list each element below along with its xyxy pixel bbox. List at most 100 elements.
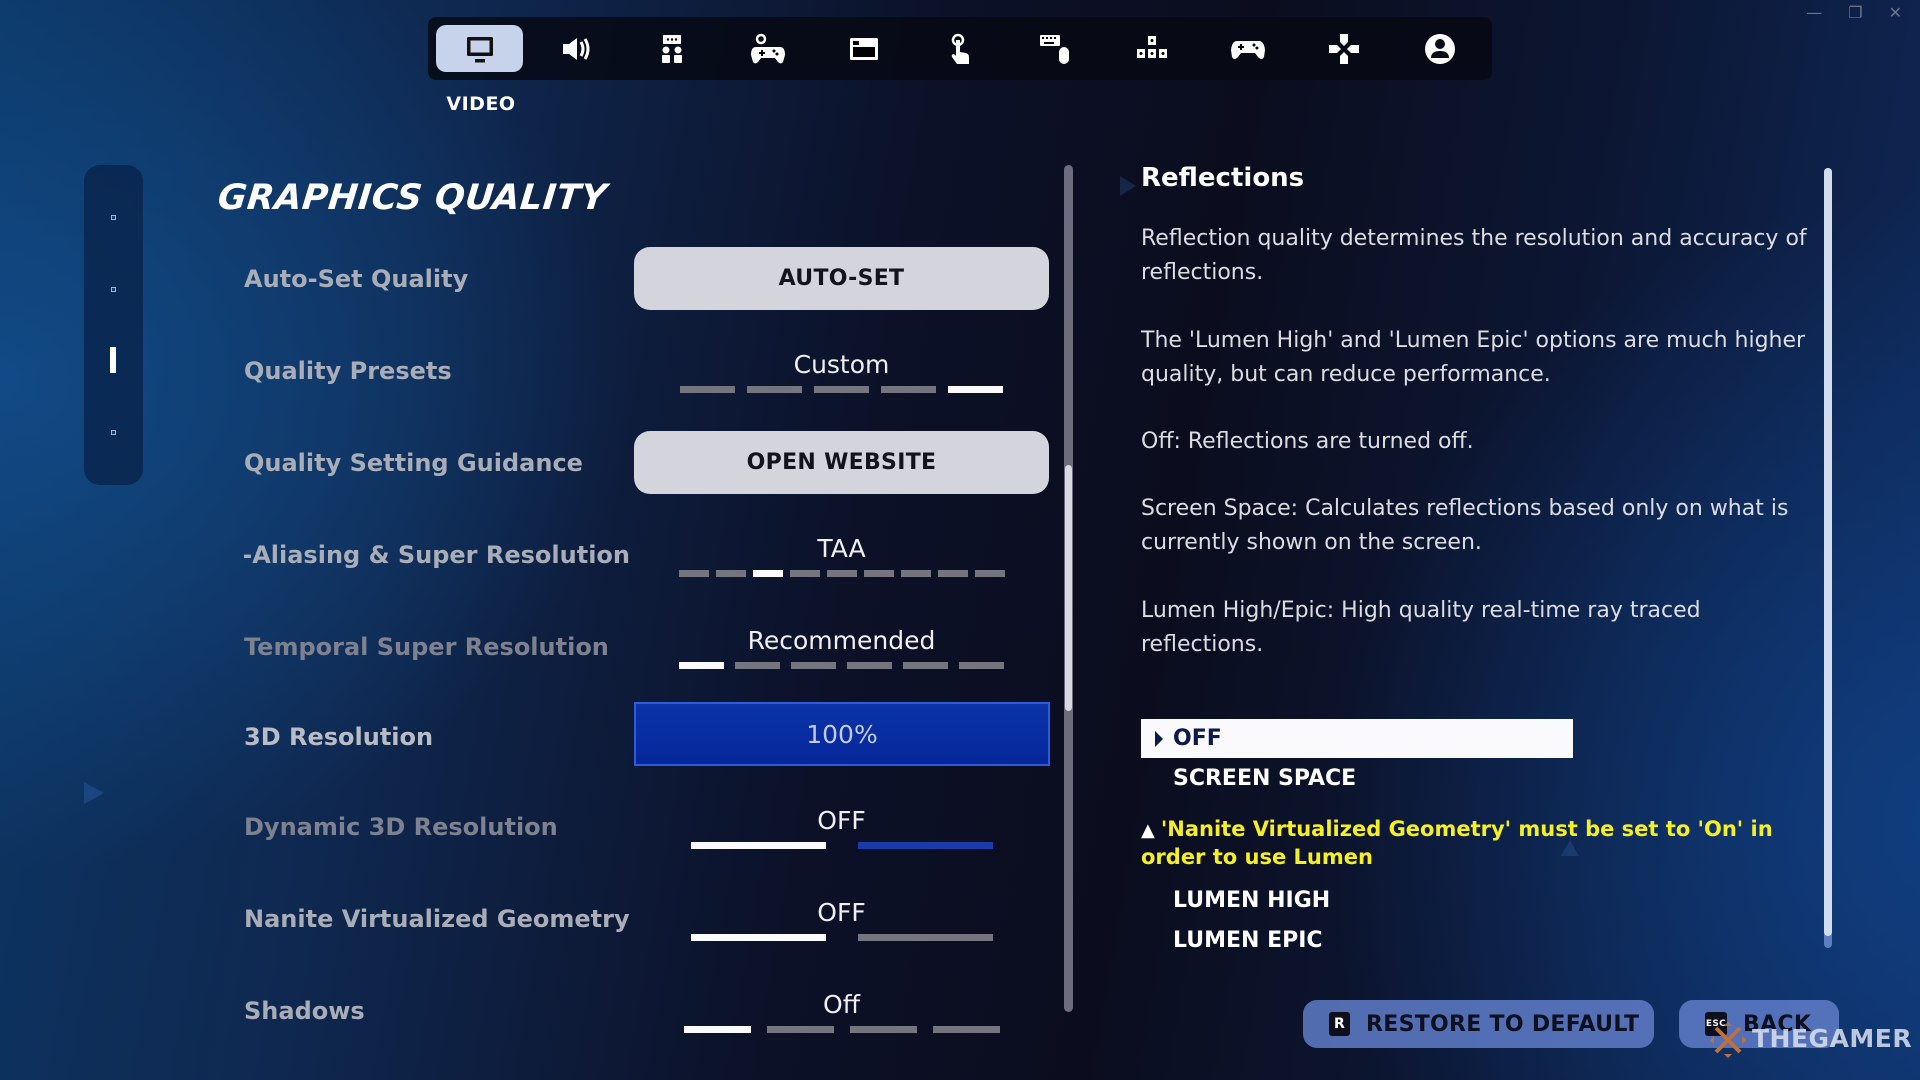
option-tick[interactable] xyxy=(679,662,724,669)
option-tick[interactable] xyxy=(903,662,948,669)
tab-controller-binds[interactable] xyxy=(1300,25,1387,72)
nanite-value[interactable]: OFF xyxy=(634,898,1049,927)
tab-keybinds[interactable] xyxy=(1108,25,1195,72)
description-paragraph: Lumen High/Epic: High quality real-time … xyxy=(1141,598,1701,657)
option-tick[interactable] xyxy=(900,570,931,577)
quality-presets-value[interactable]: Custom xyxy=(634,350,1049,379)
setting-row-auto-set-quality: Auto-Set Quality AUTO-SET xyxy=(0,247,1060,344)
window-layout-icon xyxy=(849,37,878,60)
tab-touch[interactable] xyxy=(916,25,1003,72)
tab-controller[interactable] xyxy=(1204,25,1291,72)
setting-label-text: Anti-Aliasing & Super Resolution xyxy=(244,541,630,569)
setting-row-quality-guidance: Quality Setting Guidance OPEN WEBSITE xyxy=(0,431,1060,528)
option-tick[interactable] xyxy=(932,1026,1000,1033)
option-tick[interactable] xyxy=(747,386,802,393)
controller-gear-icon xyxy=(750,33,785,63)
description-paragraph: Reflection quality determines the resolu… xyxy=(1141,226,1807,285)
option-tick[interactable] xyxy=(937,570,968,577)
option-tick[interactable] xyxy=(948,386,1003,393)
account-icon xyxy=(1424,33,1455,64)
option-tick[interactable] xyxy=(678,570,709,577)
option-tick[interactable] xyxy=(814,386,869,393)
dynamic-3d-resolution-value[interactable]: OFF xyxy=(634,806,1049,835)
option-tick[interactable] xyxy=(857,842,993,849)
restore-to-default-button[interactable]: R RESTORE TO DEFAULT xyxy=(1303,1000,1654,1048)
option-tick[interactable] xyxy=(789,570,820,577)
option-tick[interactable] xyxy=(847,662,892,669)
keycaps-icon xyxy=(1136,35,1167,58)
option-tick[interactable] xyxy=(826,570,857,577)
option-tick[interactable] xyxy=(735,662,780,669)
open-website-button[interactable]: OPEN WEBSITE xyxy=(634,431,1049,494)
touch-icon xyxy=(951,33,969,64)
speaker-icon xyxy=(562,37,589,60)
restore-label: RESTORE TO DEFAULT xyxy=(1366,1011,1640,1037)
tab-account[interactable] xyxy=(1396,25,1483,72)
active-tab-label: VIDEO xyxy=(446,93,516,115)
settings-scrollbar-thumb[interactable] xyxy=(1065,465,1072,711)
setting-label: Temporal Super Resolution xyxy=(244,633,609,661)
close-button[interactable]: ✕ xyxy=(1889,4,1902,22)
warning-text: 'Nanite Virtualized Geometry' must be se… xyxy=(1141,817,1773,869)
setting-row-anti-aliasing: Anti-Aliasing & Super Resolution TAA xyxy=(0,534,1060,620)
rail-section-1[interactable] xyxy=(111,215,116,220)
setting-label: Dynamic 3D Resolution xyxy=(244,813,558,841)
auto-set-button[interactable]: AUTO-SET xyxy=(634,247,1049,310)
3d-resolution-slider[interactable]: 100% xyxy=(634,702,1050,766)
setting-row-nanite: Nanite Virtualized Geometry OFF xyxy=(0,898,1060,984)
option-tick[interactable] xyxy=(959,662,1004,669)
setting-row-3d-resolution: 3D Resolution 100% xyxy=(0,702,1060,802)
anti-aliasing-value[interactable]: TAA xyxy=(634,534,1049,563)
maximize-button[interactable]: ❐ xyxy=(1848,4,1862,22)
option-tick[interactable] xyxy=(857,934,993,941)
option-tick[interactable] xyxy=(752,570,783,577)
tab-audio[interactable] xyxy=(532,25,619,72)
setting-label: Anti-Aliasing & Super Resolution xyxy=(244,540,630,570)
tab-keyboard-mouse[interactable] xyxy=(1012,25,1099,72)
gamepad-icon xyxy=(1230,40,1265,59)
temporal-super-resolution-value[interactable]: Recommended xyxy=(634,626,1049,655)
option-tick[interactable] xyxy=(683,1026,751,1033)
tab-hud[interactable] xyxy=(820,25,907,72)
option-tick[interactable] xyxy=(791,662,836,669)
option-label: LUMEN HIGH xyxy=(1173,888,1331,913)
tab-video[interactable] xyxy=(436,25,523,72)
description-paragraph: Screen Space: Calculates reflections bas… xyxy=(1141,496,1789,555)
setting-label: Shadows xyxy=(244,997,365,1025)
option-tick[interactable] xyxy=(974,570,1005,577)
setting-label: Auto-Set Quality xyxy=(244,265,469,293)
reflection-option-lumen-epic[interactable]: LUMEN EPIC xyxy=(1141,921,1573,960)
description-paragraph: The 'Lumen High' and 'Lumen Epic' option… xyxy=(1141,328,1806,387)
reflection-option-screen-space[interactable]: SCREEN SPACE xyxy=(1141,759,1573,798)
reflection-option-lumen-high[interactable]: LUMEN HIGH xyxy=(1141,881,1573,920)
3d-resolution-value: 100% xyxy=(806,719,878,749)
tab-accessibility[interactable] xyxy=(628,25,715,72)
minimize-button[interactable]: — xyxy=(1806,4,1822,22)
r-key-icon: R xyxy=(1329,1012,1350,1036)
option-tick[interactable] xyxy=(881,386,936,393)
caret-right-icon xyxy=(1155,730,1163,747)
option-tick[interactable] xyxy=(766,1026,834,1033)
monitor-icon xyxy=(466,36,493,62)
setting-label: Quality Presets xyxy=(244,357,452,385)
reflection-option-off[interactable]: OFF xyxy=(1141,719,1573,758)
option-tick[interactable] xyxy=(715,570,746,577)
tab-game[interactable] xyxy=(724,25,811,72)
window-controls: — ❐ ✕ xyxy=(1806,4,1902,22)
dynamic-3d-resolution-ticks xyxy=(634,842,1049,849)
setting-label: Nanite Virtualized Geometry xyxy=(244,905,630,933)
description-scrollbar[interactable] xyxy=(1824,168,1832,948)
warning-icon: ▲ xyxy=(1141,820,1155,841)
shadows-value[interactable]: Off xyxy=(634,990,1049,1019)
option-tick[interactable] xyxy=(863,570,894,577)
shadows-ticks xyxy=(634,1026,1049,1033)
watermark: THEGAMER xyxy=(1752,1024,1913,1053)
option-label: SCREEN SPACE xyxy=(1173,766,1357,791)
settings-scrollbar[interactable] xyxy=(1064,165,1073,1012)
option-tick[interactable] xyxy=(690,842,826,849)
anti-aliasing-ticks xyxy=(634,570,1049,577)
description-scrollbar-thumb[interactable] xyxy=(1824,168,1832,936)
option-tick[interactable] xyxy=(680,386,735,393)
option-tick[interactable] xyxy=(690,934,826,941)
option-tick[interactable] xyxy=(849,1026,917,1033)
